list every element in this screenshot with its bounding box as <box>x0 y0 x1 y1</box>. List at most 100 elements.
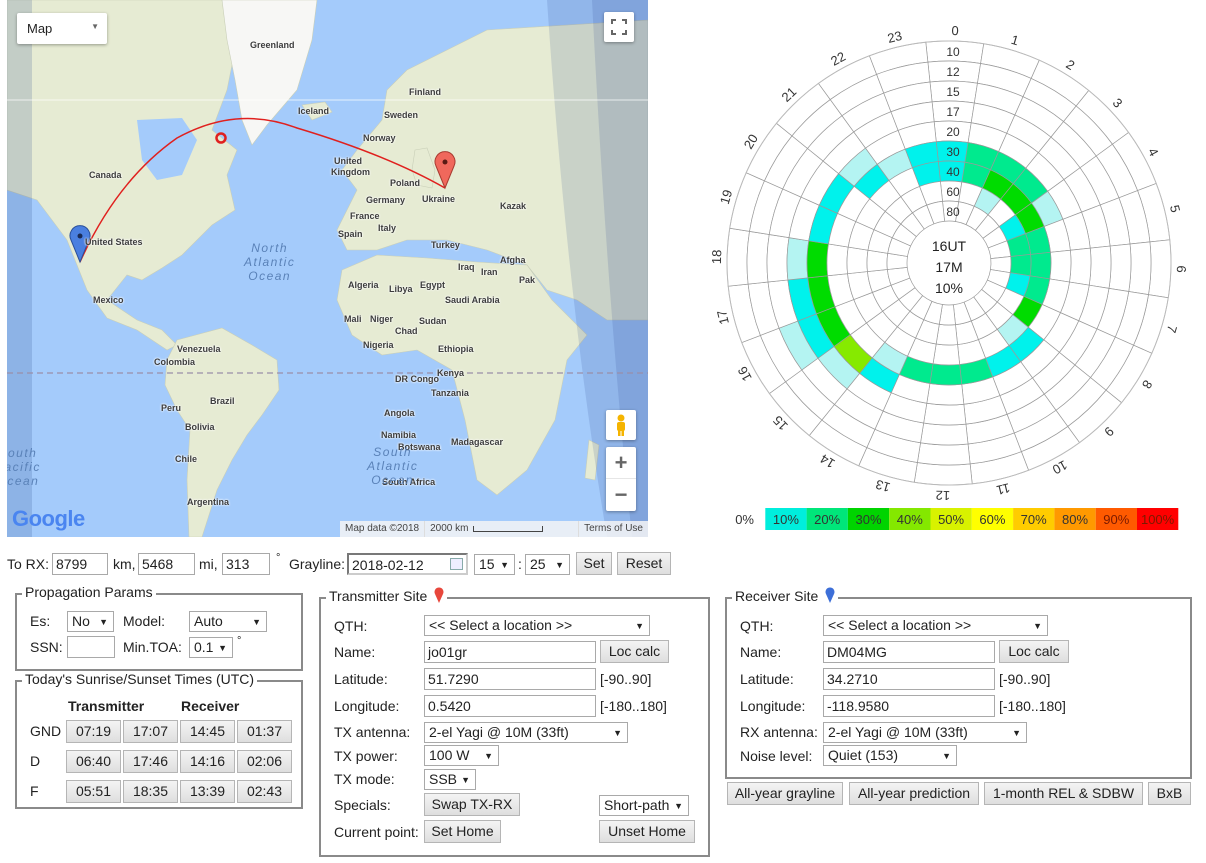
sun-time-cell[interactable]: 13:39 <box>180 780 235 803</box>
zoom-out-button[interactable]: − <box>606 479 636 510</box>
model-select[interactable]: Auto ▼ <box>189 611 267 632</box>
receiver-column-header: Receiver <box>181 698 240 714</box>
dropdown-arrow-icon: ▼ <box>1012 728 1021 738</box>
hour-label: 9 <box>1101 424 1117 440</box>
sun-time-cell[interactable]: 02:43 <box>237 780 292 803</box>
map-label: Finland <box>409 87 441 97</box>
grayline-label: Grayline: <box>289 556 346 572</box>
attribution-bar: Map data ©2018 2000 km Terms of Use <box>340 521 648 537</box>
hour-label: 0 <box>951 23 959 38</box>
fullscreen-button[interactable] <box>604 12 634 42</box>
ssn-label: SSN: <box>30 639 63 655</box>
map-view[interactable]: Greenland Iceland Finland Sweden Norway … <box>7 0 648 537</box>
blue-marker-icon <box>825 587 835 603</box>
set-home-button[interactable]: Set Home <box>424 820 501 843</box>
sun-time-cell[interactable]: 01:37 <box>237 720 292 743</box>
google-logo[interactable]: Google <box>12 506 85 532</box>
heatmap-cell <box>913 462 973 486</box>
bearing-field[interactable]: 313 <box>222 553 270 575</box>
rx-loc-calc-button[interactable]: Loc calc <box>999 640 1069 663</box>
sun-time-cell[interactable]: 14:45 <box>180 720 235 743</box>
set-button[interactable]: Set <box>576 552 612 575</box>
distance-km-field[interactable]: 8799 <box>52 553 108 575</box>
month-rel-sdbw-button[interactable]: 1-month REL & SDBW <box>984 782 1143 805</box>
unset-home-button[interactable]: Unset Home <box>599 820 695 843</box>
noise-level-select[interactable]: Quiet (153) ▼ <box>823 745 957 766</box>
tx-mode-select[interactable]: SSB ▼ <box>424 769 476 790</box>
map-label: DR Congo <box>395 374 439 384</box>
sun-time-cell[interactable]: 05:51 <box>66 780 121 803</box>
hour-select[interactable]: 15 ▼ <box>474 554 515 575</box>
sun-time-cell[interactable]: 18:35 <box>123 780 178 803</box>
tx-antenna-select[interactable]: 2-el Yagi @ 10M (33ft) ▼ <box>424 722 628 743</box>
heatmap-cell <box>1029 251 1052 280</box>
minute-select[interactable]: 25 ▼ <box>525 554 570 575</box>
tx-power-select[interactable]: 100 W ▼ <box>424 745 499 766</box>
rx-latitude-field[interactable]: 34.2710 <box>823 668 995 690</box>
google-logo-text: Google <box>12 506 85 531</box>
path-select[interactable]: Short-path ▼ <box>599 795 689 816</box>
map-label: Kazak <box>500 201 527 211</box>
tx-name-label: Name: <box>334 644 376 660</box>
min-toa-select[interactable]: 0.1 ▼ <box>189 637 233 658</box>
sun-time-cell[interactable]: 06:40 <box>66 750 121 773</box>
bxb-button[interactable]: BxB <box>1148 782 1191 805</box>
street-view-pegman[interactable] <box>606 410 636 440</box>
distance-mi-field[interactable]: 5468 <box>138 553 195 575</box>
rx-antenna-select[interactable]: 2-el Yagi @ 10M (33ft) ▼ <box>823 722 1027 743</box>
all-year-grayline-button[interactable]: All-year grayline <box>727 782 843 805</box>
dropdown-arrow-icon: ▼ <box>674 801 683 811</box>
ssn-field[interactable] <box>67 636 115 658</box>
heatmap-cell <box>786 237 810 281</box>
map-canvas[interactable] <box>7 0 648 537</box>
legend-label: 40% <box>897 512 923 527</box>
rx-qth-select[interactable]: << Select a location >> ▼ <box>823 615 1048 636</box>
sun-time-cell[interactable]: 14:16 <box>180 750 235 773</box>
all-year-prediction-button[interactable]: All-year prediction <box>849 782 979 805</box>
map-label: Libya <box>389 284 413 294</box>
tx-longitude-label: Longitude: <box>334 698 400 714</box>
rx-longitude-field[interactable]: -118.9580 <box>823 695 995 717</box>
grayline-date-field[interactable]: 2018-02-12 <box>347 553 468 575</box>
map-label: Poland <box>390 178 421 188</box>
min-toa-degree-unit: ° <box>237 635 242 647</box>
tx-mode-label: TX mode: <box>334 771 395 787</box>
tx-longitude-field[interactable]: 0.5420 <box>424 695 596 717</box>
red-marker-icon <box>434 587 444 603</box>
tx-antenna-label: TX antenna: <box>334 724 411 740</box>
map-label: Saudi Arabia <box>445 295 500 305</box>
reset-button[interactable]: Reset <box>617 552 671 575</box>
heatmap-cell <box>1049 249 1072 283</box>
map-label: Angola <box>384 408 415 418</box>
map-type-select[interactable]: Map ▼ <box>17 13 107 44</box>
calendar-icon[interactable] <box>450 558 463 570</box>
sun-time-cell[interactable]: 17:07 <box>123 720 178 743</box>
sun-time-cell[interactable]: 17:46 <box>123 750 178 773</box>
map-label: Bolivia <box>185 422 215 432</box>
terms-of-use-link[interactable]: Terms of Use <box>578 521 648 537</box>
tx-qth-select[interactable]: << Select a location >> ▼ <box>424 615 650 636</box>
tx-loc-calc-button[interactable]: Loc calc <box>600 640 669 663</box>
map-label: Egypt <box>420 280 446 290</box>
mi-unit: mi, <box>199 556 218 572</box>
sun-time-cell[interactable]: 02:06 <box>237 750 292 773</box>
hour-label: 10 <box>1050 457 1070 477</box>
sun-time-cell[interactable]: 07:19 <box>66 720 121 743</box>
map-label: Greenland <box>250 40 295 50</box>
tx-latitude-field[interactable]: 51.7290 <box>424 668 596 690</box>
tx-name-field[interactable]: jo01gr <box>424 641 596 663</box>
dropdown-arrow-icon: ▼ <box>555 560 564 570</box>
heatmap-cell <box>806 240 829 279</box>
legend-label: 70% <box>1021 512 1047 527</box>
propagation-polar-chart: 01234567891011121314151617181920212223 1… <box>710 23 1189 530</box>
tx-qth-value: << Select a location >> <box>429 617 573 633</box>
hour-label: 1 <box>1009 32 1020 48</box>
es-select[interactable]: No ▼ <box>67 611 114 632</box>
scale-label: 2000 km <box>424 521 473 537</box>
map-label: Madagascar <box>451 437 504 447</box>
rx-name-field[interactable]: DM04MG <box>823 641 995 663</box>
hour-label: 16 <box>735 364 755 384</box>
swap-tx-rx-button[interactable]: Swap TX-RX <box>424 793 520 816</box>
map-label: Chad <box>395 326 418 336</box>
zoom-in-button[interactable]: + <box>606 447 636 479</box>
